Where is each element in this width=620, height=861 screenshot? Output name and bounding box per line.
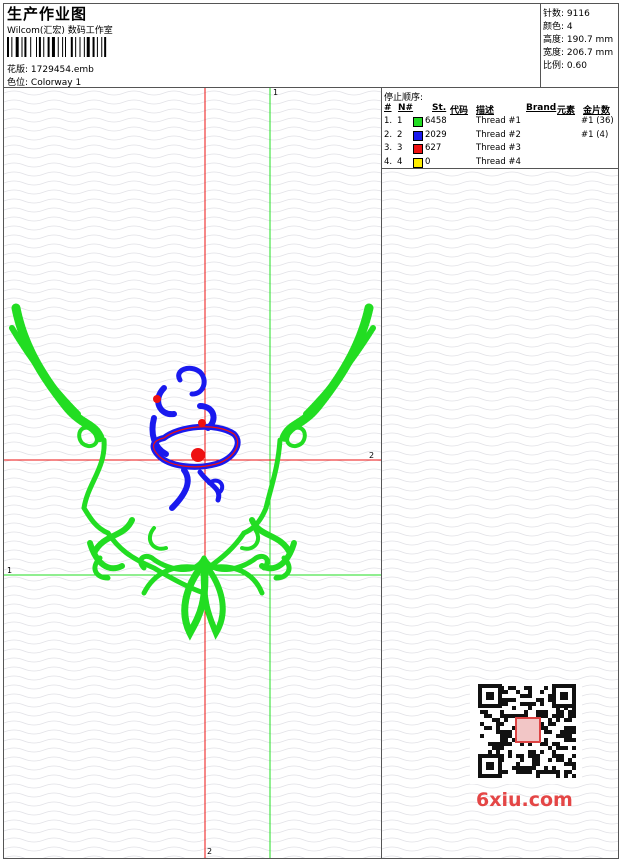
row-description: Thread #4: [476, 156, 521, 167]
barcode: [7, 37, 107, 57]
stat-scale: 比例: 0.60: [543, 61, 587, 71]
qr-code: [470, 680, 582, 784]
row-needle: 2: [397, 129, 403, 140]
stats-divider: [540, 3, 541, 87]
col-header-needle: N#: [398, 103, 414, 113]
col-header-brand: Brand: [526, 103, 557, 113]
sheet-title: 生产作业图: [7, 5, 88, 23]
color-swatch: [413, 144, 423, 154]
watermark: 6xiu.com: [476, 789, 573, 811]
row-sequins: #1 (36): [581, 116, 614, 126]
guide-marker-left: 1: [7, 566, 13, 575]
color-swatch: [413, 130, 423, 141]
row-sequins: #1 (4): [581, 129, 609, 140]
row-stitches: 0: [425, 156, 431, 167]
row-description: Thread #3: [476, 143, 521, 153]
design-file-label: 花版:: [7, 65, 29, 75]
col-header-sequins: 金片数: [583, 106, 611, 116]
stat-height: 高度: 190.7 mm: [543, 35, 614, 45]
blue-flower: [149, 365, 241, 511]
table-row: 4. 4 0 Thread #4: [383, 157, 619, 170]
row-needle: 1: [397, 116, 403, 126]
row-stitches: 2029: [425, 129, 447, 140]
company-name: Wilcom(汇宏) 数码工作室: [7, 26, 113, 36]
color-swatch: [413, 117, 423, 127]
table-row: 3. 3 627 Thread #3: [383, 143, 619, 156]
row-stitches: 627: [425, 143, 442, 153]
stat-width: 宽度: 206.7 mm: [543, 48, 614, 58]
design-file-name: 1729454.emb: [30, 65, 94, 75]
guide-marker-right: 2: [369, 451, 375, 460]
row-stitches: 6458: [425, 116, 447, 126]
col-header-description: 描述: [476, 106, 495, 116]
col-header-stitches: St.: [432, 103, 447, 113]
row-description: Thread #2: [476, 129, 521, 140]
green-vine-right: [205, 303, 376, 581]
col-header-element: 元素: [557, 106, 576, 116]
stat-colors: 颜色: 4: [543, 22, 573, 32]
row-needle: 4: [397, 156, 403, 167]
stop-sequence-heading: 停止顺序:: [384, 93, 424, 103]
table-row: 1. 1 6458 Thread #1 #1 (36): [383, 116, 619, 129]
color-swatch: [413, 157, 423, 168]
row-index: 1.: [384, 116, 393, 126]
guide-marker-bottom: 2: [207, 847, 213, 856]
guide-marker-top: 1: [273, 88, 279, 97]
row-index: 4.: [384, 156, 393, 167]
table-row: 2. 2 2029 Thread #2 #1 (4): [383, 130, 619, 143]
green-vine-left: [9, 303, 207, 596]
col-header-index: #: [384, 103, 392, 113]
row-index: 2.: [384, 129, 393, 140]
row-description: Thread #1: [476, 116, 521, 126]
row-index: 3.: [384, 143, 393, 153]
row-needle: 3: [397, 143, 403, 153]
stat-stitches: 针数: 9116: [543, 9, 590, 19]
col-header-code: 代码: [450, 106, 469, 116]
green-lotus: [138, 526, 270, 641]
design-file-line: 花版: 1729454.emb: [7, 62, 94, 75]
embroidery-design: [4, 88, 381, 858]
